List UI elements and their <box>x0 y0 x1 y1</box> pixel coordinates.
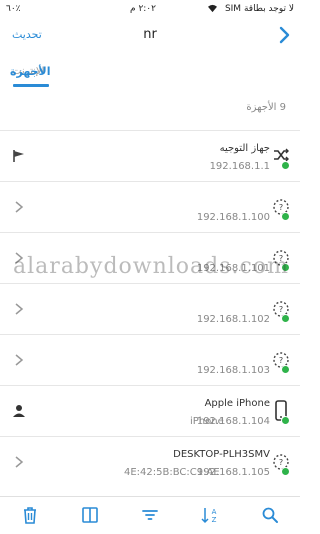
svg-text:?: ? <box>279 356 283 365</box>
clock: ٢:٠٢ م <box>130 4 156 14</box>
device-row[interactable]: جهاز التوجيه 192.168.1.1 <box>0 130 300 181</box>
device-name: جهاز التوجيه <box>219 143 270 154</box>
device-ip: 192.168.1.105 <box>196 467 270 478</box>
battery-indicator: ٦٠٪ <box>6 4 21 14</box>
online-status-dot <box>281 161 290 170</box>
tab-bar: الإنترنت الأجهزة <box>0 56 300 90</box>
search-icon[interactable] <box>260 505 280 525</box>
device-row[interactable]: 192.168.1.102 ? <box>0 283 300 334</box>
online-status-dot <box>281 467 290 476</box>
svg-text:A: A <box>212 508 217 516</box>
device-row[interactable]: DESKTOP-PLH3SMV 4E:42:5B:BC:C9:AE 192.16… <box>0 436 300 487</box>
watermark: alarabydownloads.com <box>13 254 289 279</box>
device-ip: 192.168.1.102 <box>196 314 270 325</box>
chevron-right-icon[interactable] <box>12 302 26 316</box>
carrier-label: لا توجد بطاقة SIM <box>224 4 294 14</box>
back-chevron-icon[interactable] <box>276 25 292 45</box>
device-ip: 192.168.1.100 <box>196 212 270 223</box>
sort-az-icon[interactable]: A Z <box>200 505 220 525</box>
online-status-dot <box>281 212 290 221</box>
chevron-right-icon[interactable] <box>12 200 26 214</box>
page-title: nr <box>143 27 157 42</box>
trash-icon[interactable] <box>20 505 40 525</box>
filter-icon[interactable] <box>140 505 160 525</box>
flag-icon[interactable] <box>12 149 26 163</box>
svg-text:?: ? <box>279 305 283 314</box>
split-view-icon[interactable] <box>80 505 100 525</box>
nav-bar: تحديث nr <box>0 20 300 50</box>
svg-text:?: ? <box>279 458 283 467</box>
bottom-toolbar: A Z <box>0 496 300 534</box>
device-ip: 192.168.1.104 <box>196 416 270 427</box>
device-name: DESKTOP-PLH3SMV <box>173 449 270 460</box>
tab-devices[interactable]: الأجهزة <box>10 65 51 78</box>
chevron-right-icon[interactable] <box>12 353 26 367</box>
device-row[interactable]: 192.168.1.100 ? <box>0 181 300 232</box>
active-tab-indicator <box>13 84 49 87</box>
person-icon[interactable] <box>12 404 26 418</box>
svg-text:Z: Z <box>212 516 217 524</box>
device-name: Apple iPhone <box>204 398 270 409</box>
device-ip: 192.168.1.103 <box>196 365 270 376</box>
online-status-dot <box>281 314 290 323</box>
chevron-right-icon[interactable] <box>12 455 26 469</box>
device-ip: 192.168.1.1 <box>209 161 270 172</box>
online-status-dot <box>281 365 290 374</box>
online-status-dot <box>281 416 290 425</box>
device-count: 9 الأجهزة <box>246 102 286 113</box>
svg-text:?: ? <box>279 203 283 212</box>
wifi-icon <box>208 4 217 13</box>
device-row[interactable]: 192.168.1.103 ? <box>0 334 300 385</box>
device-row[interactable]: Apple iPhone iPhone 192.168.1.104 <box>0 385 300 436</box>
status-bar: لا توجد بطاقة SIM ٢:٠٢ م ٦٠٪ <box>0 0 300 20</box>
